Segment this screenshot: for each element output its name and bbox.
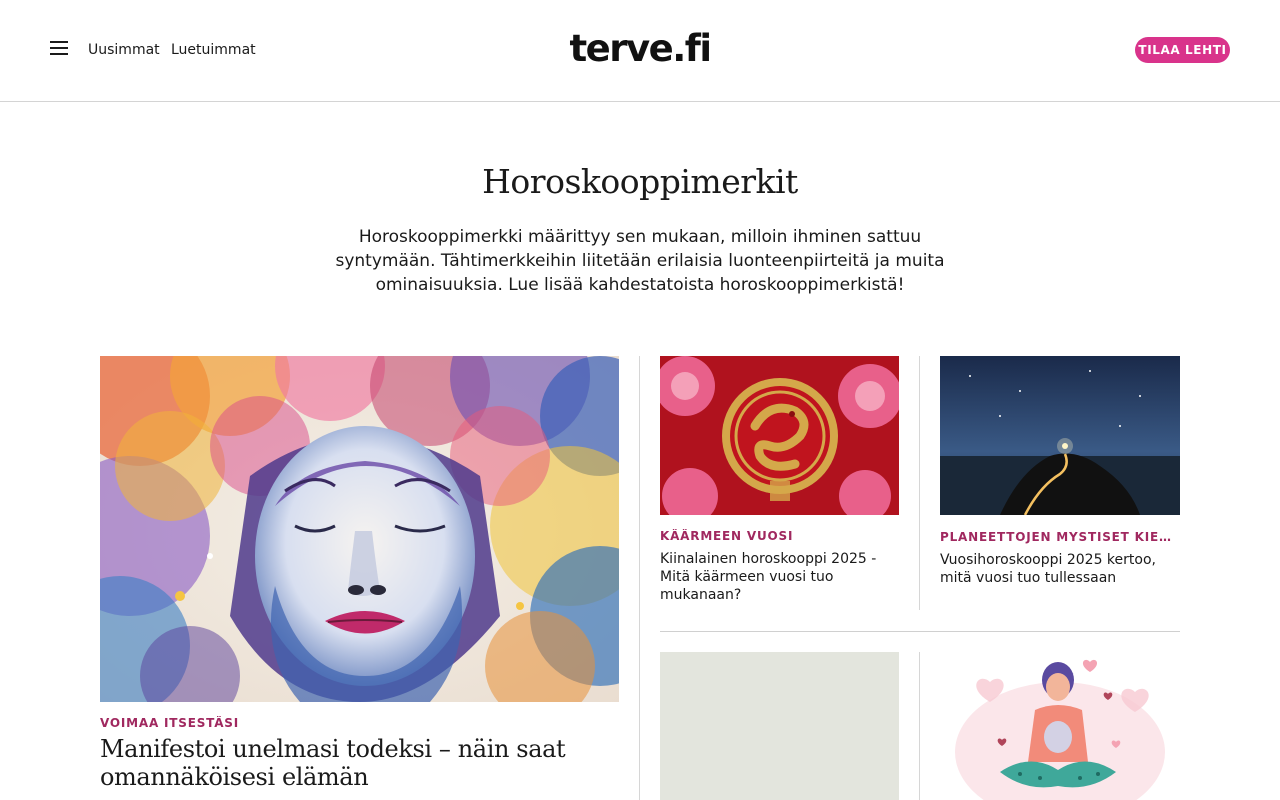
page-title: Horoskooppimerkit [482, 162, 798, 201]
meditation-article-image[interactable] [940, 652, 1180, 800]
page-description: Horoskooppimerkki määrittyy sen mukaan, … [335, 227, 945, 295]
featured-article-image[interactable] [100, 356, 619, 702]
row-divider [660, 631, 1180, 632]
column-divider [639, 356, 640, 800]
meditating-woman-illustration [955, 659, 1165, 800]
night-sky-lighthouse-photo [940, 356, 1180, 515]
chinese-zodiac-snake-illustration [660, 356, 899, 515]
watercolor-face-illustration [100, 356, 619, 702]
snake-article-headline[interactable]: Kiinalainen horoskooppi 2025 - Mitä käär… [660, 550, 899, 604]
column-divider [919, 652, 920, 800]
column-divider [919, 356, 920, 610]
article-kicker: VOIMAA ITSESTÄSI [100, 716, 240, 730]
placeholder-article-image[interactable] [660, 652, 899, 800]
planets-article-image[interactable] [940, 356, 1180, 515]
article-kicker: PLANEETTOJEN MYSTISET KIERTOR... [940, 530, 1180, 544]
site-logo[interactable]: terve.fi [0, 27, 1280, 70]
article-kicker: KÄÄRMEEN VUOSI [660, 529, 794, 543]
planets-article-headline[interactable]: Vuosihoroskooppi 2025 kertoo, mitä vuosi… [940, 551, 1180, 587]
featured-article-headline[interactable]: Manifestoi unelmasi todeksi – näin saat … [100, 735, 619, 791]
site-header: Uusimmat Luetuimmat terve.fi TILAA LEHTI [0, 0, 1280, 102]
subscribe-button[interactable]: TILAA LEHTI [1135, 37, 1230, 63]
snake-article-image[interactable] [660, 356, 899, 515]
